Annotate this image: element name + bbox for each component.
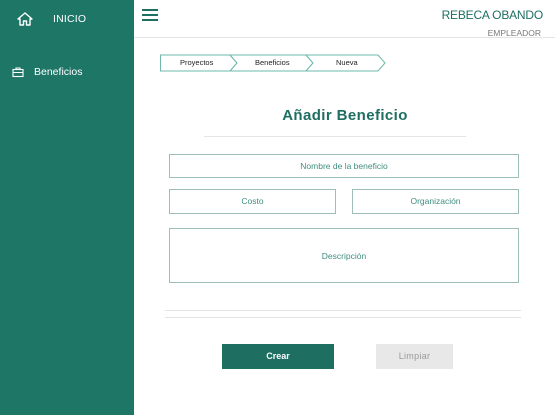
form-divider <box>165 317 521 318</box>
breadcrumb-item-nueva: Nueva <box>336 58 358 67</box>
create-button[interactable]: Crear <box>222 344 334 369</box>
organization-field[interactable]: Organización <box>352 189 519 214</box>
form-divider <box>165 310 521 311</box>
hamburger-menu-icon[interactable] <box>142 8 158 22</box>
title-divider <box>204 136 466 137</box>
sidebar-item-inicio[interactable]: INICIO <box>0 8 134 30</box>
sidebar-item-label: INICIO <box>53 13 87 25</box>
breadcrumb-item-proyectos[interactable]: Proyectos <box>180 58 213 67</box>
benefit-name-field[interactable]: Nombre de la beneficio <box>169 154 519 178</box>
sidebar: INICIO Beneficios <box>0 0 134 415</box>
user-role: EMPLEADOR <box>487 28 541 38</box>
home-icon <box>17 12 33 26</box>
breadcrumb: Proyectos Beneficios Nueva <box>160 54 390 72</box>
cost-field[interactable]: Costo <box>169 189 336 214</box>
breadcrumb-item-beneficios[interactable]: Beneficios <box>255 58 290 67</box>
top-bar: REBECA OBANDO EMPLEADOR <box>134 0 555 38</box>
sidebar-item-label: Beneficios <box>34 66 83 78</box>
user-name[interactable]: REBECA OBANDO <box>442 8 544 22</box>
sidebar-item-beneficios[interactable]: Beneficios <box>0 62 134 82</box>
page-title: Añadir Beneficio <box>282 107 408 124</box>
clear-button[interactable]: Limpiar <box>376 344 453 369</box>
briefcase-icon <box>12 67 24 78</box>
description-field[interactable]: Descripción <box>169 228 519 283</box>
